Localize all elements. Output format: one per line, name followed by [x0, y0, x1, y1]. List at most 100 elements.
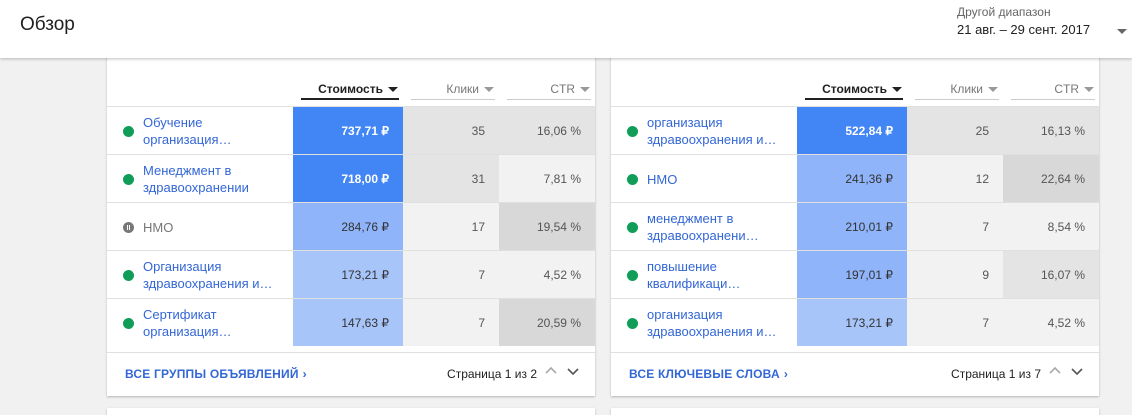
row-name[interactable]: менеджмент в здравоохранени… — [627, 203, 797, 251]
table-header: Стоимость Клики CTR — [107, 78, 595, 106]
enabled-status-icon — [627, 174, 638, 185]
table-row: организация здравоохранения и… 522,84 ₽25… — [611, 106, 1099, 154]
table-row: менеджмент в здравоохранени… 210,01 ₽7 8,5… — [611, 202, 1099, 250]
clicks-cell: 7 — [403, 251, 499, 298]
clicks-cell: 25 — [907, 107, 1003, 154]
row-name-label[interactable]: Организация здравоохранения и… — [143, 251, 291, 299]
clicks-cell: 7 — [907, 299, 1003, 346]
keywords-card: Стоимость Клики CTR организация здравоох… — [611, 30, 1099, 396]
enabled-status-icon — [123, 126, 134, 137]
enabled-status-icon — [627, 318, 638, 329]
ctr-cell: 8,54 % — [1003, 203, 1099, 250]
column-header-cost[interactable]: Стоимость — [293, 78, 403, 106]
dropdown-caret-icon[interactable] — [1117, 29, 1127, 34]
enabled-status-icon — [123, 270, 134, 281]
chevron-down-icon[interactable] — [1069, 363, 1085, 379]
row-name-label[interactable]: Сертификат организация… — [143, 299, 291, 347]
row-name[interactable]: Менеджмент в здравоохранении — [123, 155, 293, 203]
table-row: повышение квалификаци… 197,01 ₽9 16,07 % — [611, 250, 1099, 298]
cost-cell: 284,76 ₽ — [293, 203, 403, 250]
paused-status-icon — [123, 222, 134, 233]
sort-desc-icon — [892, 87, 902, 92]
row-name[interactable]: организация здравоохранения и… — [627, 107, 797, 155]
page-title: Обзор — [20, 14, 75, 35]
table-header: Стоимость Клики CTR — [611, 78, 1099, 106]
date-range-value: 21 авг. – 29 сент. 2017 — [957, 22, 1091, 37]
top-bar: Обзор Другой диапазон 21 авг. – 29 сент.… — [0, 0, 1132, 58]
clicks-cell: 9 — [907, 251, 1003, 298]
cost-cell: 173,21 ₽ — [293, 251, 403, 298]
clicks-cell: 31 — [403, 155, 499, 202]
column-header-ctr[interactable]: CTR — [1003, 78, 1099, 106]
chevron-right-icon: › — [302, 367, 307, 381]
pagination-label: Страница 1 из 2 — [447, 367, 537, 381]
clicks-cell: 7 — [403, 299, 499, 346]
row-name[interactable]: повышение квалификаци… — [627, 251, 797, 299]
clicks-cell: 17 — [403, 203, 499, 250]
chevron-down-icon[interactable] — [565, 363, 581, 379]
chevron-up-icon[interactable] — [543, 363, 559, 379]
chevron-right-icon: › — [783, 367, 789, 381]
chevron-up-icon[interactable] — [1047, 363, 1063, 379]
all-keywords-link[interactable]: ВСЕ КЛЮЧЕВЫЕ СЛОВА › — [629, 367, 788, 381]
cost-cell: 737,71 ₽ — [293, 107, 403, 154]
cost-cell: 241,36 ₽ — [797, 155, 907, 202]
column-header-clicks[interactable]: Клики — [403, 78, 499, 106]
table-row: Сертификат организация… 147,63 ₽7 20,59 % — [107, 298, 595, 346]
ctr-cell: 7,81 % — [499, 155, 595, 202]
cost-cell: 147,63 ₽ — [293, 299, 403, 346]
column-header-clicks[interactable]: Клики — [907, 78, 1003, 106]
date-range-label: Другой диапазон — [957, 5, 1051, 19]
row-name[interactable]: НМО — [123, 203, 293, 251]
row-name-label[interactable]: организация здравоохранения и… — [647, 107, 795, 155]
next-card-left — [107, 408, 595, 415]
enabled-status-icon — [627, 126, 638, 137]
row-name[interactable]: организация здравоохранения и… — [627, 299, 797, 347]
cost-cell: 210,01 ₽ — [797, 203, 907, 250]
pagination-label: Страница 1 из 7 — [951, 367, 1041, 381]
row-name-label[interactable]: менеджмент в здравоохранени… — [647, 203, 795, 251]
row-name-label[interactable]: организация здравоохранения и… — [647, 299, 795, 347]
row-name[interactable]: НМО — [627, 155, 797, 203]
row-name-label[interactable]: повышение квалификаци… — [647, 251, 795, 299]
ctr-cell: 16,13 % — [1003, 107, 1099, 154]
row-name[interactable]: Организация здравоохранения и… — [123, 251, 293, 299]
cost-cell: 718,00 ₽ — [293, 155, 403, 202]
row-name[interactable]: Сертификат организация… — [123, 299, 293, 347]
sort-icon — [988, 87, 998, 92]
table-row: Менеджмент в здравоохранении 718,00 ₽31 7,… — [107, 154, 595, 202]
table-row: НМО 241,36 ₽12 22,64 % — [611, 154, 1099, 202]
all-ad-groups-link[interactable]: ВСЕ ГРУППЫ ОБЪЯВЛЕНИЙ › — [125, 367, 307, 381]
column-header-ctr[interactable]: CTR — [499, 78, 595, 106]
table-row: Обучение организация… 737,71 ₽35 16,06 % — [107, 106, 595, 154]
cost-cell: 522,84 ₽ — [797, 107, 907, 154]
next-card-right — [611, 408, 1099, 415]
table-row: организация здравоохранения и… 173,21 ₽7 4… — [611, 298, 1099, 346]
card-footer: ВСЕ ГРУППЫ ОБЪЯВЛЕНИЙ › Страница 1 из 2 — [107, 352, 595, 396]
cost-cell: 173,21 ₽ — [797, 299, 907, 346]
sort-desc-icon — [388, 87, 398, 92]
ctr-cell: 4,52 % — [1003, 299, 1099, 346]
row-name-label[interactable]: Менеджмент в здравоохранении — [143, 155, 291, 203]
ctr-cell: 22,64 % — [1003, 155, 1099, 202]
row-name-label[interactable]: НМО — [143, 203, 291, 251]
clicks-cell: 35 — [403, 107, 499, 154]
card-footer: ВСЕ КЛЮЧЕВЫЕ СЛОВА › Страница 1 из 7 — [611, 352, 1099, 396]
clicks-cell: 12 — [907, 155, 1003, 202]
clicks-cell: 7 — [907, 203, 1003, 250]
sort-icon — [580, 87, 590, 92]
enabled-status-icon — [123, 318, 134, 329]
cost-cell: 197,01 ₽ — [797, 251, 907, 298]
date-range-selector[interactable]: Другой диапазон 21 авг. – 29 сент. 2017 — [957, 5, 1127, 37]
sort-icon — [1084, 87, 1094, 92]
sort-icon — [484, 87, 494, 92]
ctr-cell: 19,54 % — [499, 203, 595, 250]
row-name-label[interactable]: Обучение организация… — [143, 107, 291, 155]
column-header-cost[interactable]: Стоимость — [797, 78, 907, 106]
enabled-status-icon — [627, 222, 638, 233]
ctr-cell: 20,59 % — [499, 299, 595, 346]
row-name-label[interactable]: НМО — [647, 155, 795, 203]
row-name[interactable]: Обучение организация… — [123, 107, 293, 155]
ctr-cell: 16,06 % — [499, 107, 595, 154]
ctr-cell: 4,52 % — [499, 251, 595, 298]
